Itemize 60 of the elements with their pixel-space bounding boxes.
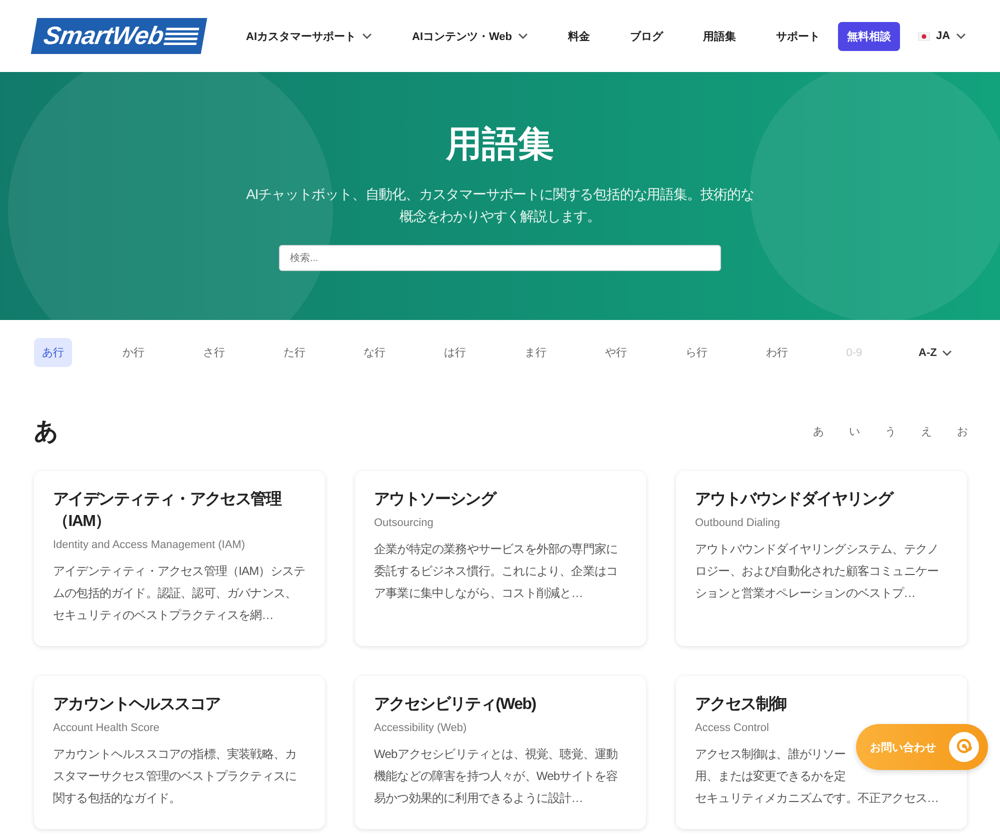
nav-link[interactable]: 料金 [568, 28, 590, 44]
sort-dropdown[interactable]: A-Z [912, 346, 958, 360]
term-english: Account Health Score [53, 722, 160, 734]
term-title: アカウントヘルススコア [53, 695, 222, 715]
nav-link[interactable]: ブログ [630, 28, 664, 44]
chevron-down-icon [942, 350, 952, 356]
jump-link[interactable]: あ [813, 424, 824, 438]
term-description: アカウントヘルススコアの指標、実装戦略、カスタマーサクセス管理のベストプラクティスに関する包括的なガイド。 [53, 746, 298, 807]
jump-link[interactable]: え [921, 424, 932, 438]
term-title: アウトバウンドダイヤリング [695, 490, 894, 510]
term-description: アウトバウンドダイヤリングシステム、テクノロジー、および自動化された顧客コミュニケーションと営業オペレーションのベストプ… [695, 541, 940, 602]
flag-icon [918, 32, 930, 40]
page-description: AIチャットボット、自動化、カスタマーサポートに関する包括的な用語集。技術的な概念をわかりやすく解説します。 [245, 185, 755, 226]
chevron-down-icon [362, 33, 372, 39]
consultation-button[interactable]: 無料相談 [838, 22, 900, 50]
description-line: アクセス制御は、誰がリソー [695, 746, 846, 763]
filter-tab[interactable]: や行 [596, 338, 635, 367]
term-title: アクセシビリティ(Web) [374, 695, 537, 715]
term-card[interactable]: アウトバウンドダイヤリング Outbound Dialing アウトバウンドダイヤリングシステム、テクノロジー、および自動化された顧客コミュニケーションと営業オペレーションのベストプ… [676, 471, 967, 646]
filter-tab[interactable]: は行 [436, 338, 474, 367]
filter-tab[interactable]: あ行 [34, 338, 72, 367]
term-english: Identity and Access Management (IAM) [53, 539, 245, 551]
jump-link[interactable]: い [849, 424, 860, 438]
term-title: アイデンティティ・アクセス管理（IAM） [53, 490, 283, 532]
nav-link[interactable]: サポート [776, 28, 820, 44]
filter-tab[interactable]: か行 [114, 338, 152, 367]
term-english: Outsourcing [374, 517, 434, 529]
term-card[interactable]: アクセシビリティ(Web) Accessibility (Web) Webアクセシビリティとは、視覚、聴覚、運動機能などの障害を持つ人々が、Webサイトを容易かつ効果的に利用できるように設計… [355, 676, 646, 829]
filter-tab[interactable]: わ行 [758, 338, 796, 367]
term-english: Outbound Dialing [695, 517, 780, 529]
filter-tab[interactable]: さ行 [194, 338, 233, 367]
nav-link[interactable]: 用語集 [703, 28, 736, 44]
term-title: アクセス制御 [695, 694, 788, 715]
filter-tab[interactable]: ま行 [516, 338, 555, 367]
term-description: アイデンティティ・アクセス管理（IAM）システムの包括的ガイド。認証、認可、ガバナンス、セキュリティのベストプラクティスを網… [53, 563, 306, 624]
jump-link[interactable]: う [885, 424, 896, 438]
filter-tab[interactable]: た行 [275, 338, 314, 367]
section-heading: あ [34, 417, 59, 447]
term-card[interactable]: アウトソーシング Outsourcing 企業が特定の業務やサービスを外部の専門家に委託するビジネス慣行。これにより、企業はコア事業に集中しながら、コスト削減と… [355, 471, 646, 646]
chevron-down-icon [518, 33, 528, 39]
search-field[interactable]: 検索... [279, 245, 721, 271]
language-selector[interactable]: JA [918, 30, 966, 42]
term-description: Webアクセシビリティとは、視覚、聴覚、運動機能などの障害を持つ人々が、Webサイトを容易かつ効果的に利用できるように設計… [374, 746, 619, 807]
chat-at-icon [948, 731, 980, 763]
term-card[interactable]: アイデンティティ・アクセス管理（IAM） Identity and Access Management (IAM) アイデンティティ・アクセス管理（IAM）システムの包括的ガイド。認証、認可、ガバナンス、セキュリティのベストプラクティスを網… [34, 471, 325, 646]
jump-link[interactable]: お [957, 424, 968, 438]
term-english: Accessibility (Web) [374, 722, 467, 734]
filter-tab[interactable]: ら行 [677, 338, 716, 367]
description-line: セキュリティメカニズムです。不正アクセス… [695, 790, 939, 807]
page-title: 用語集 [446, 122, 554, 166]
term-card[interactable]: アカウントヘルススコア Account Health Score アカウントヘルススコアの指標、実装戦略、カスタマーサクセス管理のベストプラクティスに関する包括的なガイド。 [34, 676, 325, 829]
description-line: 用、または変更できるかを定 [695, 768, 846, 785]
term-title: アウトソーシング [374, 490, 498, 510]
nav-link[interactable]: AIカスタマーサポート [246, 28, 372, 44]
chevron-down-icon [956, 33, 966, 39]
logo[interactable]: SmartWeb [30, 18, 208, 54]
filter-tab[interactable]: な行 [356, 338, 394, 367]
term-english: Access Control [695, 722, 769, 734]
term-description: 企業が特定の業務やサービスを外部の専門家に委託するビジネス慣行。これにより、企業はコア事業に集中しながら、コスト削減と… [374, 541, 619, 602]
nav-link[interactable]: AIコンテンツ・Web [412, 28, 528, 44]
